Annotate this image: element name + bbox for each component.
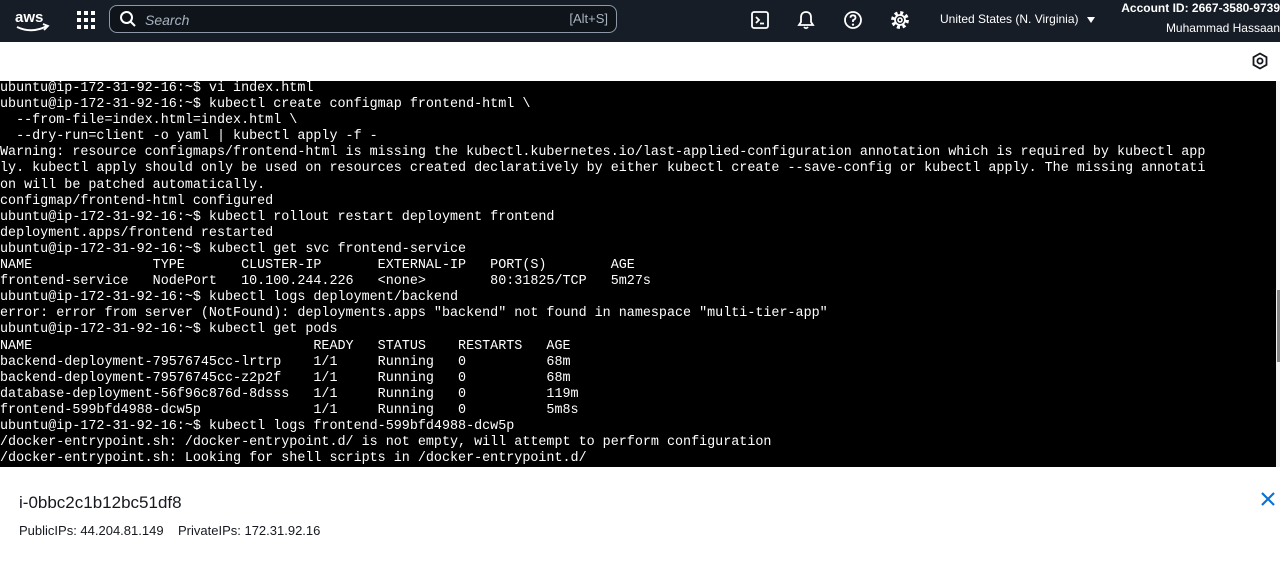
terminal-line: /docker-entrypoint.sh: Looking for shell… [0,451,587,467]
search-input[interactable] [143,9,527,31]
terminal-line: backend-deployment-79576745cc-z2p2f 1/1 … [0,370,571,386]
search-shortcut-hint: [Alt+S] [569,11,608,26]
hexagon-settings-icon[interactable] [1251,52,1269,70]
instance-info-panel: i-0bbc2c1b12bc51df8 PublicIPs: 44.204.81… [0,467,1280,566]
terminal-line: ubuntu@ip-172-31-92-16:~$ kubectl logs f… [0,418,515,434]
terminal-line: Warning: resource configmaps/frontend-ht… [0,145,1206,161]
gear-icon[interactable] [890,10,910,30]
terminal-line: backend-deployment-79576745cc-lrtrp 1/1 … [0,354,571,370]
chevron-down-icon [1086,16,1095,23]
close-icon[interactable] [1260,491,1276,507]
svg-text:aws: aws [15,9,43,26]
terminal-line: ubuntu@ip-172-31-92-16:~$ kubectl get po… [0,322,338,338]
terminal-line: on will be patched automatically. [0,177,266,193]
terminal-line: NAME TYPE CLUSTER-IP EXTERNAL-IP PORT(S)… [0,258,635,274]
search-icon [120,11,136,27]
terminal-line: configmap/frontend-html configured [0,193,274,209]
terminal-line: --from-file=index.html=index.html \ [0,113,298,129]
terminal-line: ubuntu@ip-172-31-92-16:~$ kubectl logs d… [0,290,459,306]
services-grid-icon[interactable] [76,10,96,30]
terminal-line: /docker-entrypoint.sh: /docker-entrypoin… [0,435,772,451]
region-label: United States (N. Virginia) [940,12,1079,26]
account-menu[interactable]: Account ID: 2667-3580-9739 Muhammad Hass… [1105,1,1280,38]
terminal-scrollbar[interactable] [1276,81,1280,467]
terminal-window[interactable]: ubuntu@ip-172-31-92-16:~$ vi index.html … [0,81,1276,467]
top-navigation-bar: aws [Alt+S] United [0,0,1280,42]
terminal-line: frontend-service NodePort 10.100.244.226… [0,274,651,290]
terminal-line: --dry-run=client -o yaml | kubectl apply… [0,129,378,145]
cloudshell-icon[interactable] [750,10,770,30]
terminal-line: error: error from server (NotFound): dep… [0,306,828,322]
terminal-line: frontend-599bfd4988-dcw5p 1/1 Running 0 … [0,402,579,418]
bell-icon[interactable] [796,10,816,30]
account-id: Account ID: 2667-3580-9739 [1121,1,1280,15]
aws-logo-icon[interactable]: aws [12,6,52,36]
terminal-line: database-deployment-56f96c876d-8dsss 1/1… [0,386,579,402]
terminal-line: ubuntu@ip-172-31-92-16:~$ kubectl rollou… [0,209,555,225]
instance-ips: PublicIPs: 44.204.81.149 PrivateIPs: 172… [19,523,321,538]
terminal-line: ly. kubectl apply should only be used on… [0,161,1206,177]
terminal-line: NAME READY STATUS RESTARTS AGE [0,338,571,354]
terminal-line: deployment.apps/frontend restarted [0,225,274,241]
terminal-line: ubuntu@ip-172-31-92-16:~$ vi index.html [0,81,314,96]
instance-id: i-0bbc2c1b12bc51df8 [19,493,182,512]
session-toolbar [0,42,1280,81]
search-box: [Alt+S] [109,5,617,33]
user-name: Muhammad Hassaan [1165,21,1280,35]
terminal-output: ubuntu@ip-172-31-92-16:~$ vi index.html … [0,81,1276,467]
terminal-line: ubuntu@ip-172-31-92-16:~$ kubectl create… [0,97,531,113]
region-selector[interactable]: United States (N. Virginia) [940,12,1096,26]
help-icon[interactable] [843,10,863,30]
terminal-line: ubuntu@ip-172-31-92-16:~$ kubectl get sv… [0,241,467,257]
